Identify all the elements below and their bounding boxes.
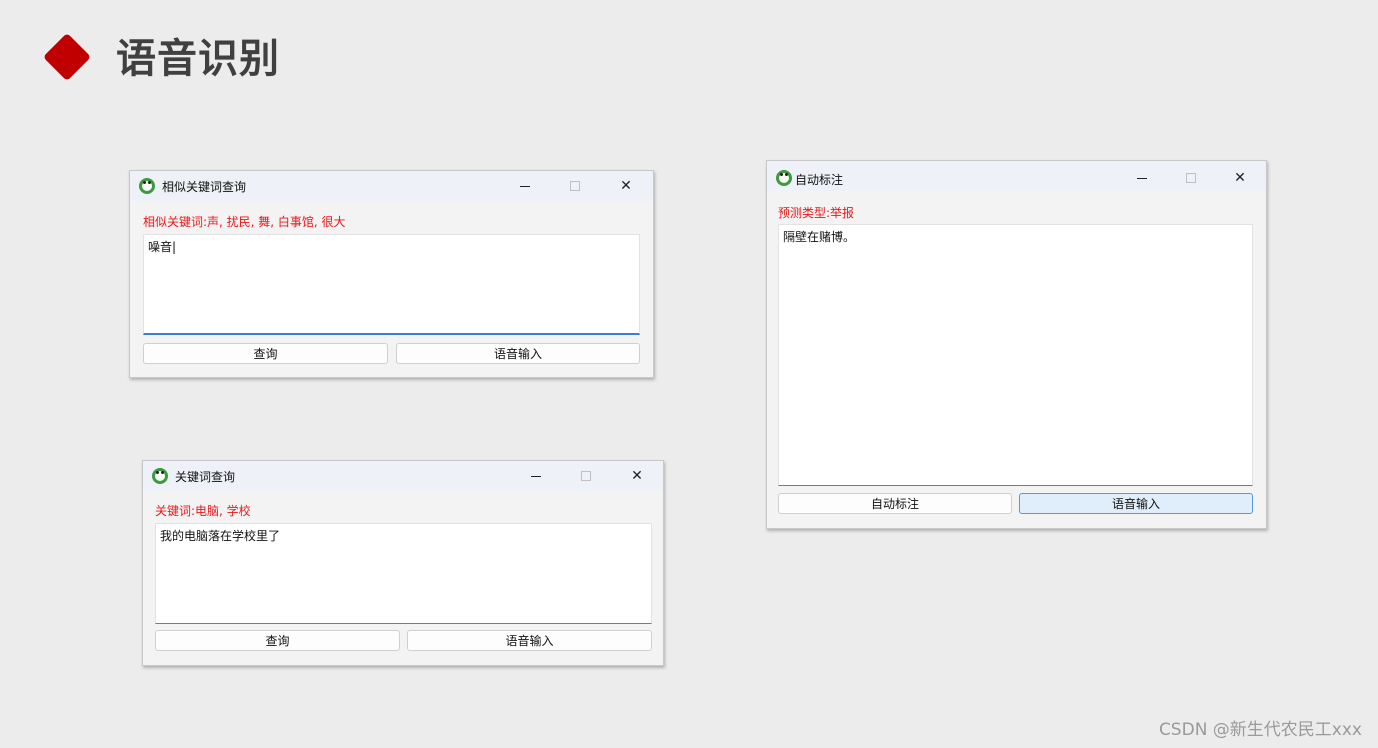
result-label: 相似关键词:声, 扰民, 舞, 白事馆, 很大 xyxy=(143,215,346,229)
close-button[interactable]: ✕ xyxy=(1228,167,1252,189)
diamond-bullet-icon xyxy=(42,32,92,82)
query-text-area[interactable]: 噪音| xyxy=(143,234,640,335)
minimize-icon xyxy=(520,185,530,187)
result-label: 预测类型:举报 xyxy=(778,206,855,220)
voice-input-button[interactable]: 语音输入 xyxy=(1019,493,1253,514)
maximize-icon xyxy=(1186,173,1196,183)
close-icon: ✕ xyxy=(620,178,632,194)
title-bar[interactable]: 关键词查询 ✕ xyxy=(143,461,663,491)
slide-title: 语音识别 xyxy=(116,36,280,82)
window-title: 自动标注 xyxy=(795,173,844,187)
query-button[interactable]: 查询 xyxy=(155,630,400,651)
minimize-button[interactable] xyxy=(513,175,537,197)
minimize-button[interactable] xyxy=(524,465,548,487)
keyword-window: 关键词查询 ✕ 关键词:电脑, 学校 我的电脑落在学校里了 查询 语音输入 xyxy=(142,460,664,666)
close-button[interactable]: ✕ xyxy=(625,465,649,487)
query-text-area[interactable]: 我的电脑落在学校里了 xyxy=(155,523,652,624)
auto-label-button[interactable]: 自动标注 xyxy=(778,493,1012,514)
maximize-icon xyxy=(581,471,591,481)
minimize-icon xyxy=(531,475,541,477)
title-bar[interactable]: 相似关键词查询 ✕ xyxy=(130,171,653,201)
maximize-button[interactable] xyxy=(1179,167,1203,189)
window-title: 关键词查询 xyxy=(175,470,236,484)
panda-app-icon xyxy=(152,468,168,484)
panda-app-icon xyxy=(139,178,155,194)
similar-keyword-window: 相似关键词查询 ✕ 相似关键词:声, 扰民, 舞, 白事馆, 很大 噪音| 查询… xyxy=(129,170,654,378)
voice-input-button[interactable]: 语音输入 xyxy=(407,630,652,651)
close-icon: ✕ xyxy=(1234,170,1246,186)
maximize-icon xyxy=(570,181,580,191)
maximize-button[interactable] xyxy=(563,175,587,197)
close-button[interactable]: ✕ xyxy=(614,175,638,197)
input-text-area[interactable]: 隔壁在赌博。 xyxy=(778,224,1253,486)
close-icon: ✕ xyxy=(631,468,643,484)
watermark: CSDN @新生代农民工xxx xyxy=(1158,720,1362,740)
maximize-button[interactable] xyxy=(574,465,598,487)
window-title: 相似关键词查询 xyxy=(162,180,247,194)
query-button[interactable]: 查询 xyxy=(143,343,388,364)
auto-label-window: 自动标注 ✕ 预测类型:举报 隔壁在赌博。 自动标注 语音输入 xyxy=(766,160,1267,529)
panda-app-icon xyxy=(776,170,792,186)
result-label: 关键词:电脑, 学校 xyxy=(155,504,251,518)
minimize-icon xyxy=(1137,177,1147,179)
voice-input-button[interactable]: 语音输入 xyxy=(396,343,640,364)
title-bar[interactable]: 自动标注 ✕ xyxy=(767,161,1266,191)
minimize-button[interactable] xyxy=(1130,167,1154,189)
